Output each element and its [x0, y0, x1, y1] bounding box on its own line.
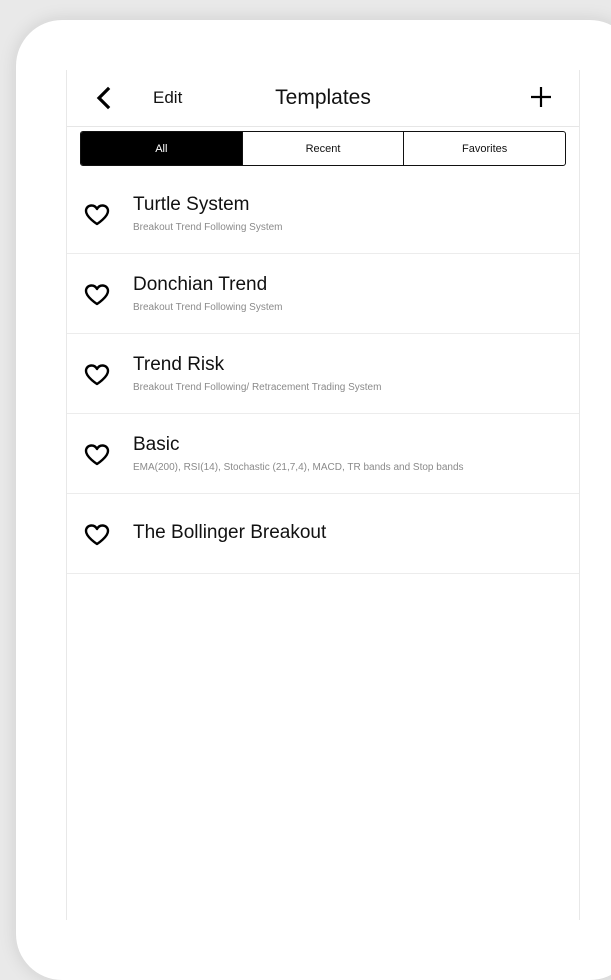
tab-recent[interactable]: Recent	[241, 132, 404, 165]
template-row-trend-risk[interactable]: Trend Risk Breakout Trend Following/ Ret…	[67, 334, 579, 414]
templates-list: Turtle System Breakout Trend Following S…	[67, 174, 579, 574]
favorite-toggle[interactable]	[84, 284, 110, 306]
template-title: The Bollinger Breakout	[133, 522, 327, 543]
heart-outline-icon	[84, 364, 110, 386]
template-description: Breakout Trend Following System	[133, 302, 283, 313]
template-row-basic[interactable]: Basic EMA(200), RSI(14), Stochastic (21,…	[67, 414, 579, 494]
template-description: Breakout Trend Following System	[133, 222, 283, 233]
template-title: Trend Risk	[133, 354, 225, 375]
tab-all[interactable]: All	[81, 132, 242, 165]
heart-outline-icon	[84, 204, 110, 226]
heart-outline-icon	[84, 524, 110, 546]
add-template-button[interactable]	[529, 85, 553, 109]
heart-outline-icon	[84, 284, 110, 306]
template-title: Basic	[133, 434, 180, 455]
favorite-toggle[interactable]	[84, 524, 110, 546]
plus-icon	[531, 87, 551, 107]
template-description: Breakout Trend Following/ Retracement Tr…	[133, 382, 382, 393]
favorite-toggle[interactable]	[84, 204, 110, 226]
favorite-toggle[interactable]	[84, 444, 110, 466]
templates-screen: Edit Templates All Recent Favorites Turt…	[66, 70, 580, 920]
filter-segmented-control: All Recent Favorites	[80, 131, 566, 166]
template-description: EMA(200), RSI(14), Stochastic (21,7,4), …	[133, 462, 464, 473]
favorite-toggle[interactable]	[84, 364, 110, 386]
template-row-donchian-trend[interactable]: Donchian Trend Breakout Trend Following …	[67, 254, 579, 334]
template-title: Donchian Trend	[133, 274, 268, 295]
template-title: Turtle System	[133, 194, 250, 215]
navigation-bar: Edit Templates	[67, 70, 579, 127]
template-row-turtle-system[interactable]: Turtle System Breakout Trend Following S…	[67, 174, 579, 254]
page-title: Templates	[275, 86, 371, 109]
tab-favorites[interactable]: Favorites	[403, 132, 565, 165]
template-row-bollinger-breakout[interactable]: The Bollinger Breakout	[67, 494, 579, 574]
heart-outline-icon	[84, 444, 110, 466]
